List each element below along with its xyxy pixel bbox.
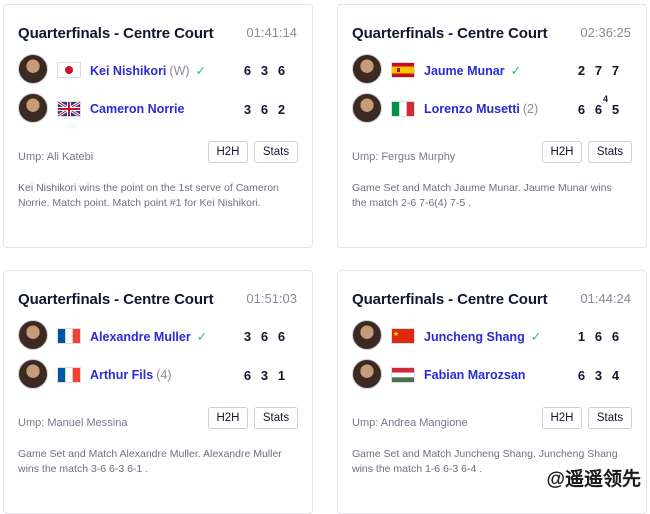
seed-label: (4) xyxy=(156,368,172,382)
player-row: Lorenzo Musetti (2) 6 6 4 5 xyxy=(352,93,632,125)
player-avatar[interactable] xyxy=(352,320,382,350)
h2h-button[interactable]: H2H xyxy=(542,407,582,429)
match-duration: 01:44:24 xyxy=(580,291,631,306)
set-score: 3 xyxy=(260,63,269,78)
player-name-link[interactable]: Kei Nishikori (W) ✓ xyxy=(90,63,206,78)
set-score: 6 xyxy=(243,63,252,78)
player-row: Cameron Norrie 3 6 2 xyxy=(18,93,298,125)
player-avatar[interactable] xyxy=(352,54,382,84)
set-score: 2 xyxy=(577,63,586,78)
seed-label: (2) xyxy=(522,102,539,116)
set-score: 6 xyxy=(243,368,252,383)
set-score: 6 xyxy=(260,102,269,117)
winner-check-icon: ✓ xyxy=(196,330,208,344)
match-duration: 01:41:14 xyxy=(246,25,297,40)
set-score: 3 xyxy=(243,329,252,344)
france-flag-icon xyxy=(57,328,81,344)
france-flag-icon xyxy=(57,367,81,383)
winner-check-icon: ✓ xyxy=(510,64,522,78)
umpire-label: Ump: Ali Katebi xyxy=(18,151,94,163)
stats-button[interactable]: Stats xyxy=(588,407,632,429)
player-name-link[interactable]: Juncheng Shang ✓ xyxy=(424,329,541,344)
set-score: 3 xyxy=(594,368,603,383)
match-card: Quarterfinals - Centre Court 02:36:25 Jaum… xyxy=(337,4,647,248)
player-name-link[interactable]: Arthur Fils (4) xyxy=(90,368,171,382)
stats-button[interactable]: Stats xyxy=(254,407,298,429)
player-scores: 166 xyxy=(573,329,624,344)
set-score: 6 xyxy=(577,102,586,117)
player-scores: 366 xyxy=(239,329,290,344)
player-scores: 6 645 xyxy=(573,94,624,117)
set-score: 5 xyxy=(611,102,620,117)
set-score: 6 xyxy=(260,329,269,344)
player-avatar[interactable] xyxy=(18,359,48,389)
china-flag-icon xyxy=(391,328,415,344)
player-avatar[interactable] xyxy=(18,93,48,123)
set-score: 3 xyxy=(243,102,252,117)
player-scores: 631 xyxy=(239,368,290,383)
set-score: 64 xyxy=(594,94,608,117)
match-description: Kei Nishikori wins the point on the 1st … xyxy=(18,182,279,209)
player-name-link[interactable]: Cameron Norrie xyxy=(90,102,184,116)
hungary-flag-icon xyxy=(391,367,415,383)
match-description: Game Set and Match Jaume Munar. Jaume Mu… xyxy=(352,182,612,209)
match-round-title: Quarterfinals - Centre Court xyxy=(18,291,214,308)
umpire-label: Ump: Fergus Murphy xyxy=(352,151,456,163)
set-score: 1 xyxy=(577,329,586,344)
player-row: Fabian Marozsan 6 3 4 xyxy=(352,359,632,391)
watermark: @遥遥领先 xyxy=(543,464,644,491)
stats-button[interactable]: Stats xyxy=(254,141,298,163)
stats-button[interactable]: Stats xyxy=(588,141,632,163)
player-scores: 277 xyxy=(573,63,624,78)
h2h-button[interactable]: H2H xyxy=(542,141,582,163)
winner-check-icon: ✓ xyxy=(530,330,542,344)
match-description: Game Set and Match Alexandre Muller. Ale… xyxy=(18,448,282,475)
set-score: 7 xyxy=(611,63,620,78)
player-scores: 636 xyxy=(239,63,290,78)
match-round-title: Quarterfinals - Centre Court xyxy=(18,25,214,42)
h2h-button[interactable]: H2H xyxy=(208,407,248,429)
set-score: 6 xyxy=(577,368,586,383)
player-avatar[interactable] xyxy=(352,359,382,389)
set-score: 1 xyxy=(277,368,286,383)
match-duration: 02:36:25 xyxy=(580,25,631,40)
italy-flag-icon xyxy=(391,101,415,117)
set-score: 6 xyxy=(611,329,620,344)
umpire-label: Ump: Andrea Mangione xyxy=(352,417,468,429)
player-row: Alexandre Muller ✓ 3 6 6 xyxy=(18,320,298,352)
set-score: 6 xyxy=(277,63,286,78)
player-row: Juncheng Shang ✓ 1 6 6 xyxy=(352,320,632,352)
match-card: Quarterfinals - Centre Court 01:51:03 Alex… xyxy=(3,270,313,514)
winner-check-icon: ✓ xyxy=(195,64,207,78)
player-row: Kei Nishikori (W) ✓ 6 3 6 xyxy=(18,54,298,86)
uk-flag-icon xyxy=(57,101,81,117)
seed-label: (W) xyxy=(169,64,190,78)
player-name-link[interactable]: Lorenzo Musetti (2) xyxy=(424,102,538,116)
set-score: 7 xyxy=(594,63,603,78)
player-avatar[interactable] xyxy=(18,54,48,84)
player-avatar[interactable] xyxy=(18,320,48,350)
player-name-link[interactable]: Jaume Munar ✓ xyxy=(424,63,521,78)
match-round-title: Quarterfinals - Centre Court xyxy=(352,291,548,308)
set-score: 3 xyxy=(260,368,269,383)
player-scores: 634 xyxy=(573,368,624,383)
player-row: Jaume Munar ✓ 2 7 7 xyxy=(352,54,632,86)
match-round-title: Quarterfinals - Centre Court xyxy=(352,25,548,42)
japan-flag-icon xyxy=(57,62,81,78)
h2h-button[interactable]: H2H xyxy=(208,141,248,163)
umpire-label: Ump: Manuel Messina xyxy=(18,417,128,429)
spain-flag-icon xyxy=(391,62,415,78)
player-avatar[interactable] xyxy=(352,93,382,123)
set-score: 6 xyxy=(594,329,603,344)
set-score: 6 xyxy=(277,329,286,344)
set-score: 2 xyxy=(277,102,286,117)
set-score: 4 xyxy=(611,368,620,383)
player-row: Arthur Fils (4) 6 3 1 xyxy=(18,359,298,391)
match-duration: 01:51:03 xyxy=(246,291,297,306)
player-name-link[interactable]: Fabian Marozsan xyxy=(424,368,525,382)
match-card: Quarterfinals - Centre Court 01:41:14 Kei … xyxy=(3,4,313,248)
player-name-link[interactable]: Alexandre Muller ✓ xyxy=(90,329,207,344)
player-scores: 362 xyxy=(239,102,290,117)
